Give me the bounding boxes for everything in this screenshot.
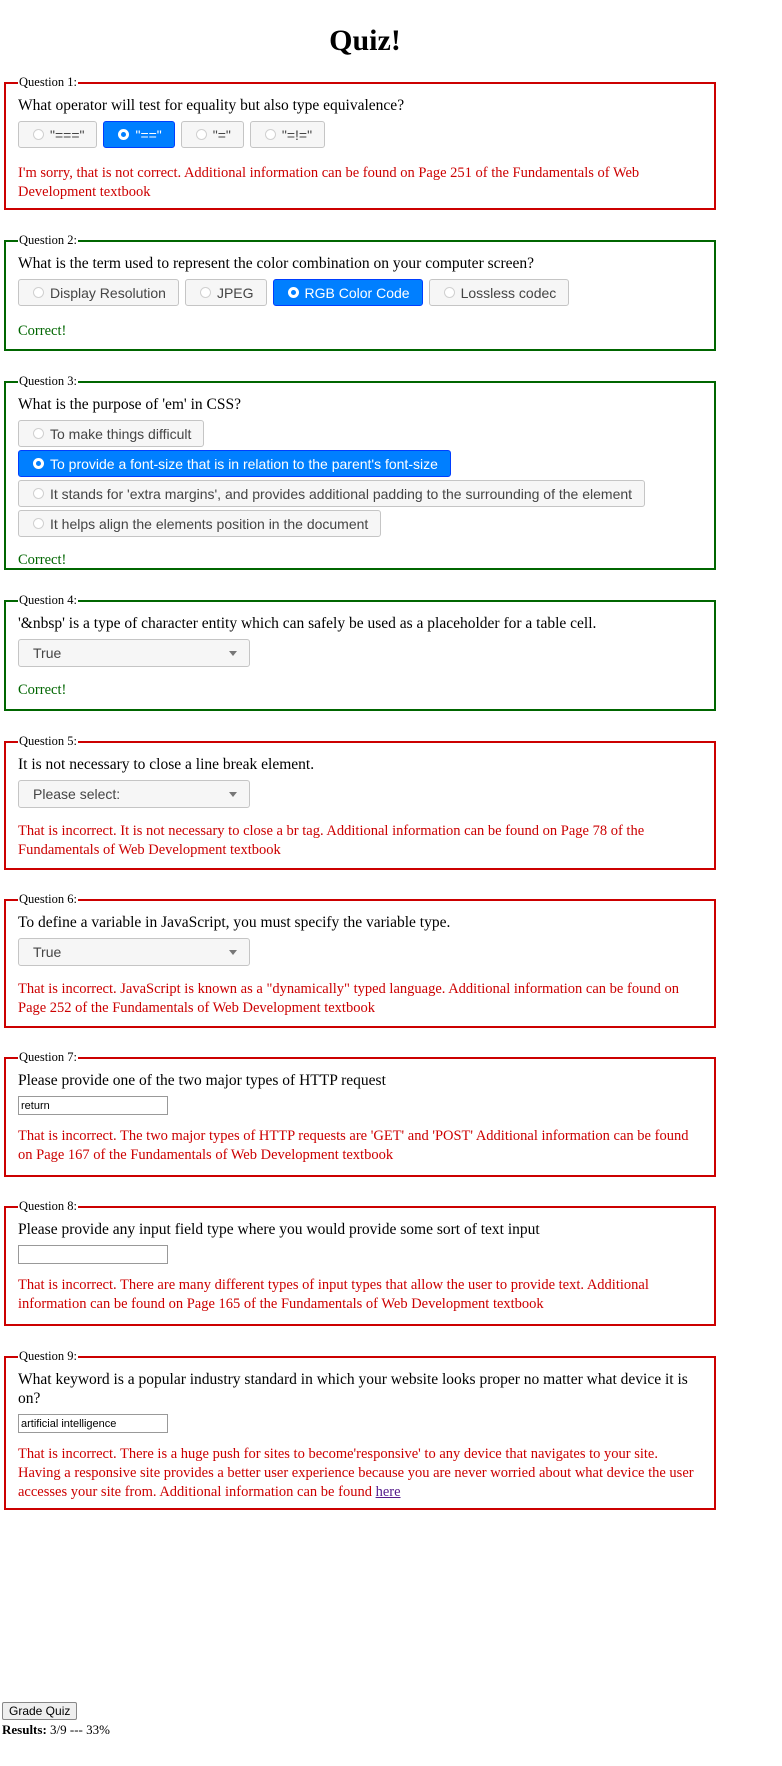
radio-icon [443,287,455,298]
question-2-label: Question 2: [19,233,77,247]
question-7-label: Question 7: [19,1050,77,1064]
question-4: Question 4: '&nbsp' is a type of charact… [4,593,716,711]
results: Results: 3/9 --- 33% [2,1722,110,1738]
question-7-feedback: That is incorrect. The two major types o… [18,1128,689,1163]
question-5-feedback: That is incorrect. It is not necessary t… [18,823,645,858]
radio-icon [195,129,207,140]
question-6-select[interactable]: True [18,938,250,966]
question-1-text: What operator will test for equality but… [18,97,405,114]
question-8: Question 8: Please provide any input fie… [4,1199,716,1326]
q1-choice-1-label: "===" [50,126,85,143]
question-8-feedback: That is incorrect. There are many differ… [18,1277,649,1312]
question-2: Question 2: What is the term used to rep… [4,233,716,351]
radio-icon [33,488,44,499]
q1-choice-3[interactable]: "=" [180,121,244,148]
question-6: Question 6: To define a variable in Java… [4,892,716,1028]
question-8-text: Please provide any input field type wher… [18,1221,540,1238]
info-link[interactable]: here [376,1484,401,1500]
q2-choice-4[interactable]: Lossless codec [428,279,570,306]
question-2-text: What is the term used to represent the c… [18,255,535,272]
question-9-feedback-text: That is incorrect. There is a huge push … [18,1446,694,1500]
q3-choice-1[interactable]: To make things difficult [18,420,205,447]
question-6-select-value: True [33,944,62,960]
question-1: Question 1: What operator will test for … [4,75,716,210]
q3-choice-1-label: To make things difficult [50,425,192,442]
question-9-text: What keyword is a popular industry stand… [18,1371,688,1407]
question-3-text: What is the purpose of 'em' in CSS? [18,396,241,413]
radio-selected-icon [118,129,130,140]
caret-down-icon [229,650,237,656]
question-1-feedback: I'm sorry, that is not correct. Addition… [18,165,640,200]
radio-icon [33,428,44,439]
question-5-select[interactable]: Please select: [18,780,250,808]
caret-down-icon [229,949,237,955]
question-4-select[interactable]: True [18,639,250,667]
question-7: Question 7: Please provide one of the tw… [4,1050,716,1177]
question-4-select-value: True [33,645,62,661]
question-5-text: It is not necessary to close a line brea… [18,756,315,773]
grade-quiz-button[interactable]: Grade Quiz [2,1702,78,1720]
q1-choice-3-label: "=" [212,126,231,143]
question-7-text: Please provide one of the two major type… [18,1072,386,1089]
question-4-label: Question 4: [19,593,77,607]
question-3: Question 3: What is the purpose of 'em' … [4,374,716,570]
question-9: Question 9: What keyword is a popular in… [4,1349,716,1510]
q2-choice-2-label: JPEG [216,284,254,301]
question-9-input[interactable] [18,1414,168,1433]
q3-choice-2[interactable]: To provide a font-size that is in relati… [18,450,451,477]
q3-choice-3-label: It stands for 'extra margins', and provi… [50,485,633,502]
caret-down-icon [229,791,237,797]
question-4-text: '&nbsp' is a type of character entity wh… [18,615,597,632]
radio-selected-icon [33,458,44,469]
q2-choice-1[interactable]: Display Resolution [18,279,179,306]
q3-choice-4[interactable]: It helps align the elements position in … [18,510,382,537]
question-4-feedback: Correct! [18,682,67,698]
radio-icon [199,287,211,298]
q3-choice-4-label: It helps align the elements position in … [50,515,369,532]
q1-choice-4-label: "=!=" [281,126,313,143]
radio-selected-icon [287,287,299,298]
q2-choice-1-label: Display Resolution [50,284,166,301]
q3-choice-2-label: To provide a font-size that is in relati… [50,455,438,472]
question-5: Question 5: It is not necessary to close… [4,734,716,870]
q1-choice-2-label: "==" [135,126,162,143]
question-8-label: Question 8: [19,1199,77,1213]
q3-choice-3[interactable]: It stands for 'extra margins', and provi… [18,480,646,507]
question-5-label: Question 5: [19,734,77,748]
q1-choice-1[interactable]: "===" [18,121,98,148]
question-8-input[interactable] [18,1245,168,1264]
question-2-choices: Display Resolution JPEG RGB Color Code L… [18,279,702,306]
q1-choice-2[interactable]: "==" [103,121,175,148]
q2-choice-2[interactable]: JPEG [184,279,267,306]
q2-choice-3-label: RGB Color Code [304,284,410,301]
question-2-feedback: Correct! [18,323,67,339]
results-label: Results: [2,1722,47,1737]
radio-icon [264,129,276,140]
question-6-label: Question 6: [19,892,77,906]
question-3-label: Question 3: [19,374,77,388]
question-6-text: To define a variable in JavaScript, you … [18,914,451,931]
question-3-feedback: Correct! [18,552,67,568]
q2-choice-3[interactable]: RGB Color Code [272,279,423,306]
question-9-label: Question 9: [19,1349,77,1363]
q2-choice-4-label: Lossless codec [460,284,557,301]
question-9-feedback: That is incorrect. There is a huge push … [18,1445,702,1502]
question-7-input[interactable] [18,1096,168,1115]
question-1-choices: "===" "==" "=" "=!=" [18,121,702,148]
radio-icon [33,129,44,140]
radio-icon [33,287,44,298]
question-1-label: Question 1: [19,75,77,89]
question-3-choices: To make things difficult To provide a fo… [18,420,702,537]
radio-icon [33,518,44,529]
results-value: 3/9 --- 33% [50,1722,110,1737]
page-title: Quiz! [329,24,401,57]
q1-choice-4[interactable]: "=!=" [249,121,326,148]
question-5-select-value: Please select: [33,786,121,802]
question-6-feedback: That is incorrect. JavaScript is known a… [18,981,679,1016]
